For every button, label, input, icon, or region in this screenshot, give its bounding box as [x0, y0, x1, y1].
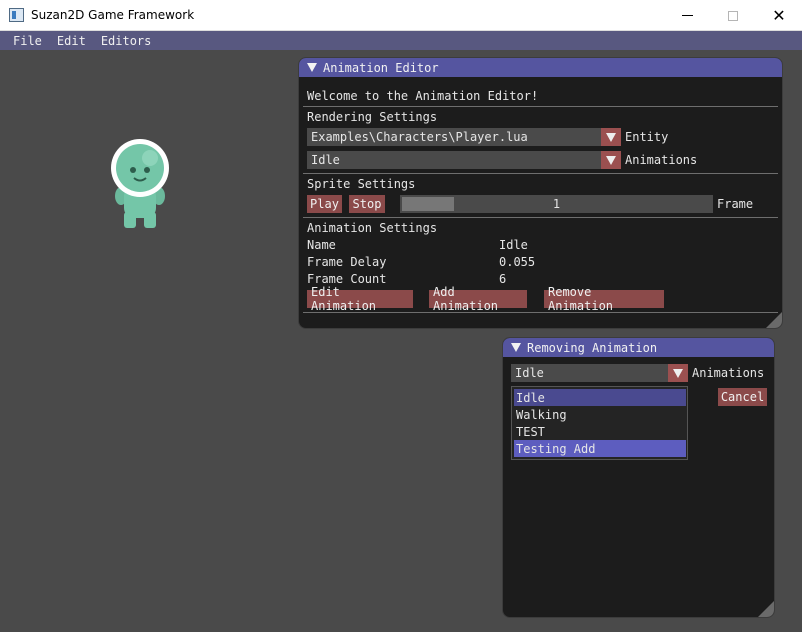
prop-name-key: Name: [307, 238, 336, 252]
frame-slider-value: 1: [552, 197, 561, 211]
animations-combo-value: Idle: [311, 153, 340, 167]
animation-editor-title: Animation Editor: [323, 60, 439, 75]
entity-combo[interactable]: Examples\Characters\Player.lua: [307, 128, 621, 146]
remove-combo-value: Idle: [515, 366, 544, 380]
os-titlebar: Suzan2D Game Framework ✕: [0, 0, 802, 31]
removing-animation-titlebar[interactable]: Removing Animation: [503, 338, 774, 357]
maximize-button[interactable]: [710, 0, 756, 31]
remove-animation-button[interactable]: Remove Animation: [544, 285, 664, 313]
play-button[interactable]: Play: [307, 195, 342, 213]
welcome-text: Welcome to the Animation Editor!: [307, 89, 539, 103]
dropdown-option-idle[interactable]: Idle: [514, 389, 686, 406]
dropdown-option-test[interactable]: TEST: [514, 423, 686, 440]
animations-combo[interactable]: Idle: [307, 151, 621, 169]
stop-button[interactable]: Stop: [349, 195, 385, 213]
animation-settings-header: Animation Settings: [307, 221, 438, 235]
dropdown-option-walking[interactable]: Walking: [514, 406, 686, 423]
animation-editor-titlebar[interactable]: Animation Editor: [299, 58, 782, 77]
removing-animation-window: Removing Animation Idle Animations Cance…: [502, 337, 775, 618]
frame-slider[interactable]: 1: [400, 195, 713, 213]
separator: [303, 312, 778, 313]
edit-animation-button[interactable]: Edit Animation: [307, 285, 413, 313]
close-button[interactable]: ✕: [756, 0, 802, 31]
separator: [303, 173, 778, 174]
resize-grip-icon[interactable]: [758, 601, 774, 617]
dropdown-arrow-icon: [673, 368, 683, 378]
prop-frame-count-value: 6: [499, 272, 507, 286]
dropdown-arrow-icon: [606, 155, 616, 165]
maximize-icon: [728, 10, 738, 21]
prop-frame-delay-key: Frame Delay: [307, 255, 387, 269]
removing-animation-title: Removing Animation: [527, 340, 658, 355]
close-icon: ✕: [772, 6, 786, 25]
add-animation-button[interactable]: Add Animation: [429, 285, 527, 313]
player-sprite: [111, 139, 169, 228]
animations-dropdown-list: Idle Walking TEST Testing Add: [511, 386, 688, 460]
entity-combo-arrow[interactable]: [601, 128, 621, 146]
minimize-button[interactable]: [664, 0, 710, 31]
collapse-triangle-icon[interactable]: [307, 63, 317, 72]
rendering-settings-header: Rendering Settings: [307, 110, 438, 124]
separator: [303, 217, 778, 218]
menubar: File Edit Editors: [0, 31, 802, 50]
animations-label: Animations: [625, 153, 698, 167]
app-icon: [9, 8, 24, 22]
remove-animations-label: Animations: [692, 366, 765, 380]
dropdown-option-testing-add[interactable]: Testing Add: [514, 440, 686, 457]
prop-frame-count-key: Frame Count: [307, 272, 387, 286]
cancel-button[interactable]: Cancel: [718, 388, 767, 406]
entity-label: Entity: [625, 130, 669, 144]
entity-combo-value: Examples\Characters\Player.lua: [311, 130, 528, 144]
remove-combo-arrow[interactable]: [668, 364, 688, 382]
frame-label: Frame: [717, 197, 754, 211]
separator: [303, 106, 778, 107]
collapse-triangle-icon[interactable]: [511, 343, 521, 352]
minimize-icon: [681, 15, 693, 16]
menu-edit[interactable]: Edit: [57, 34, 86, 48]
dropdown-arrow-icon: [606, 132, 616, 142]
prop-frame-delay-value: 0.055: [499, 255, 536, 269]
resize-grip-icon[interactable]: [766, 312, 782, 328]
animation-editor-window: Animation Editor Welcome to the Animatio…: [298, 57, 783, 329]
prop-name-value: Idle: [499, 238, 528, 252]
window-title: Suzan2D Game Framework: [31, 8, 195, 22]
remove-animations-combo[interactable]: Idle: [511, 364, 688, 382]
menu-file[interactable]: File: [13, 34, 42, 48]
sprite-settings-header: Sprite Settings: [307, 177, 416, 191]
animations-combo-arrow[interactable]: [601, 151, 621, 169]
menu-editors[interactable]: Editors: [101, 34, 152, 48]
